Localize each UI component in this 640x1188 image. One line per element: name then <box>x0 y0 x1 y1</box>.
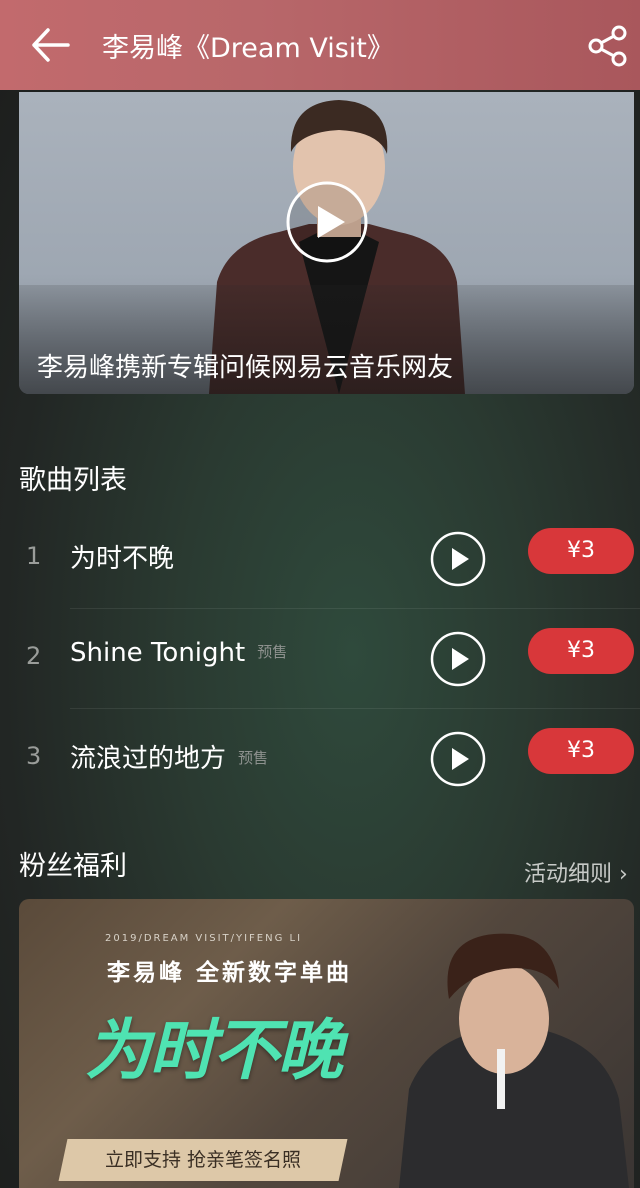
video-play-icon[interactable] <box>285 180 369 264</box>
presale-tag: 预售 <box>238 749 269 767</box>
page-title: 李易峰《Dream Visit》 <box>102 33 394 64</box>
song-row[interactable]: 3 流浪过的地方 预售 ¥3 <box>0 710 640 810</box>
song-number: 2 <box>26 642 42 670</box>
song-row[interactable]: 1 为时不晚 ¥3 <box>0 510 640 610</box>
song-number: 3 <box>26 742 42 770</box>
back-arrow-icon[interactable] <box>28 22 76 68</box>
song-title: 为时不晚 <box>70 544 175 574</box>
top-bar: 李易峰《Dream Visit》 <box>0 0 640 90</box>
video-player[interactable]: 李易峰携新专辑问候网易云音乐网友 <box>19 92 634 394</box>
banner-cta[interactable]: 立即支持 抢亲笔签名照 <box>58 1139 348 1181</box>
banner-subtitle: 李易峰 全新数字单曲 <box>107 960 353 986</box>
banner-caption: 2019/DREAM VISIT/YIFENG LI <box>105 933 303 944</box>
artist-banner-image <box>399 933 629 1188</box>
song-title: 流浪过的地方 预售 <box>70 744 269 774</box>
share-icon[interactable] <box>586 24 630 68</box>
banner-art-title: 为时不晚 <box>85 1012 343 1089</box>
presale-tag: 预售 <box>257 643 288 661</box>
promo-banner[interactable]: 2019/DREAM VISIT/YIFENG LI 李易峰 全新数字单曲 为时… <box>19 899 634 1188</box>
buy-price-button[interactable]: ¥3 <box>528 628 634 674</box>
play-icon[interactable] <box>430 731 486 787</box>
song-row[interactable]: 2 Shine Tonight 预售 ¥3 <box>0 610 640 710</box>
song-number: 1 <box>26 542 42 570</box>
buy-price-button[interactable]: ¥3 <box>528 528 634 574</box>
play-icon[interactable] <box>430 631 486 687</box>
divider <box>70 708 640 709</box>
song-list-heading: 歌曲列表 <box>19 465 127 496</box>
divider <box>70 608 640 609</box>
song-title: Shine Tonight 预售 <box>70 638 288 668</box>
activity-rules-link[interactable]: 活动细则 › <box>524 856 628 888</box>
fan-benefits-heading: 粉丝福利 <box>19 851 127 882</box>
buy-price-button[interactable]: ¥3 <box>528 728 634 774</box>
play-icon[interactable] <box>430 531 486 587</box>
video-caption: 李易峰携新专辑问候网易云音乐网友 <box>37 353 454 383</box>
